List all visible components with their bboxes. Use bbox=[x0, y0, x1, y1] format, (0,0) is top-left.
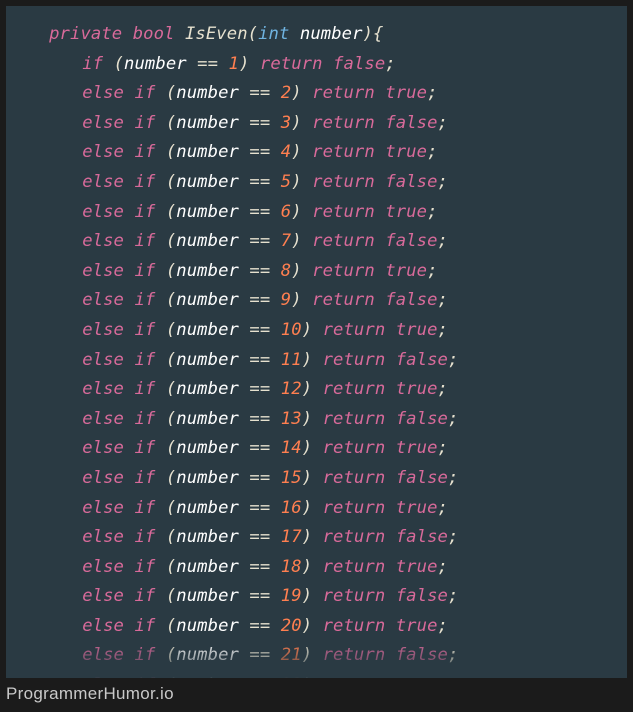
watermark-text: ProgrammerHumor.io bbox=[6, 684, 174, 704]
code-block: private bool IsEven(int number){ if (num… bbox=[16, 20, 617, 678]
code-editor: private bool IsEven(int number){ if (num… bbox=[6, 6, 627, 678]
